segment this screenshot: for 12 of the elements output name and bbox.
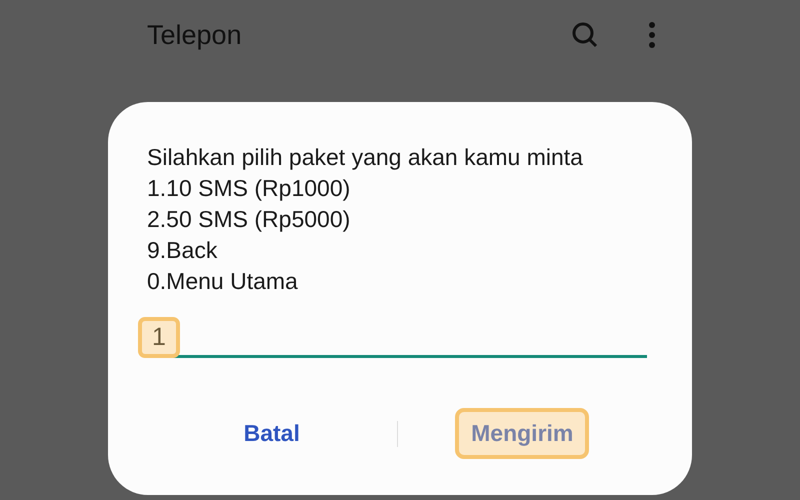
message-text: 1.10 SMS (Rp1000) [147,174,350,203]
message-text: Silahkan pilih paket yang akan kamu minta [147,143,583,172]
send-button[interactable]: Mengirim [455,408,590,459]
message-text: 0.Menu Utama [147,267,298,296]
search-icon[interactable] [570,20,600,50]
input-value: 1 [138,317,180,358]
more-icon[interactable] [648,21,656,49]
input-field[interactable]: 1 [138,317,647,358]
cancel-button[interactable]: Batal [228,408,316,459]
message-text: 2.50 SMS (Rp5000) [147,205,350,234]
app-title: Telepon [147,20,243,50]
message-text: 9.Back [147,236,218,265]
